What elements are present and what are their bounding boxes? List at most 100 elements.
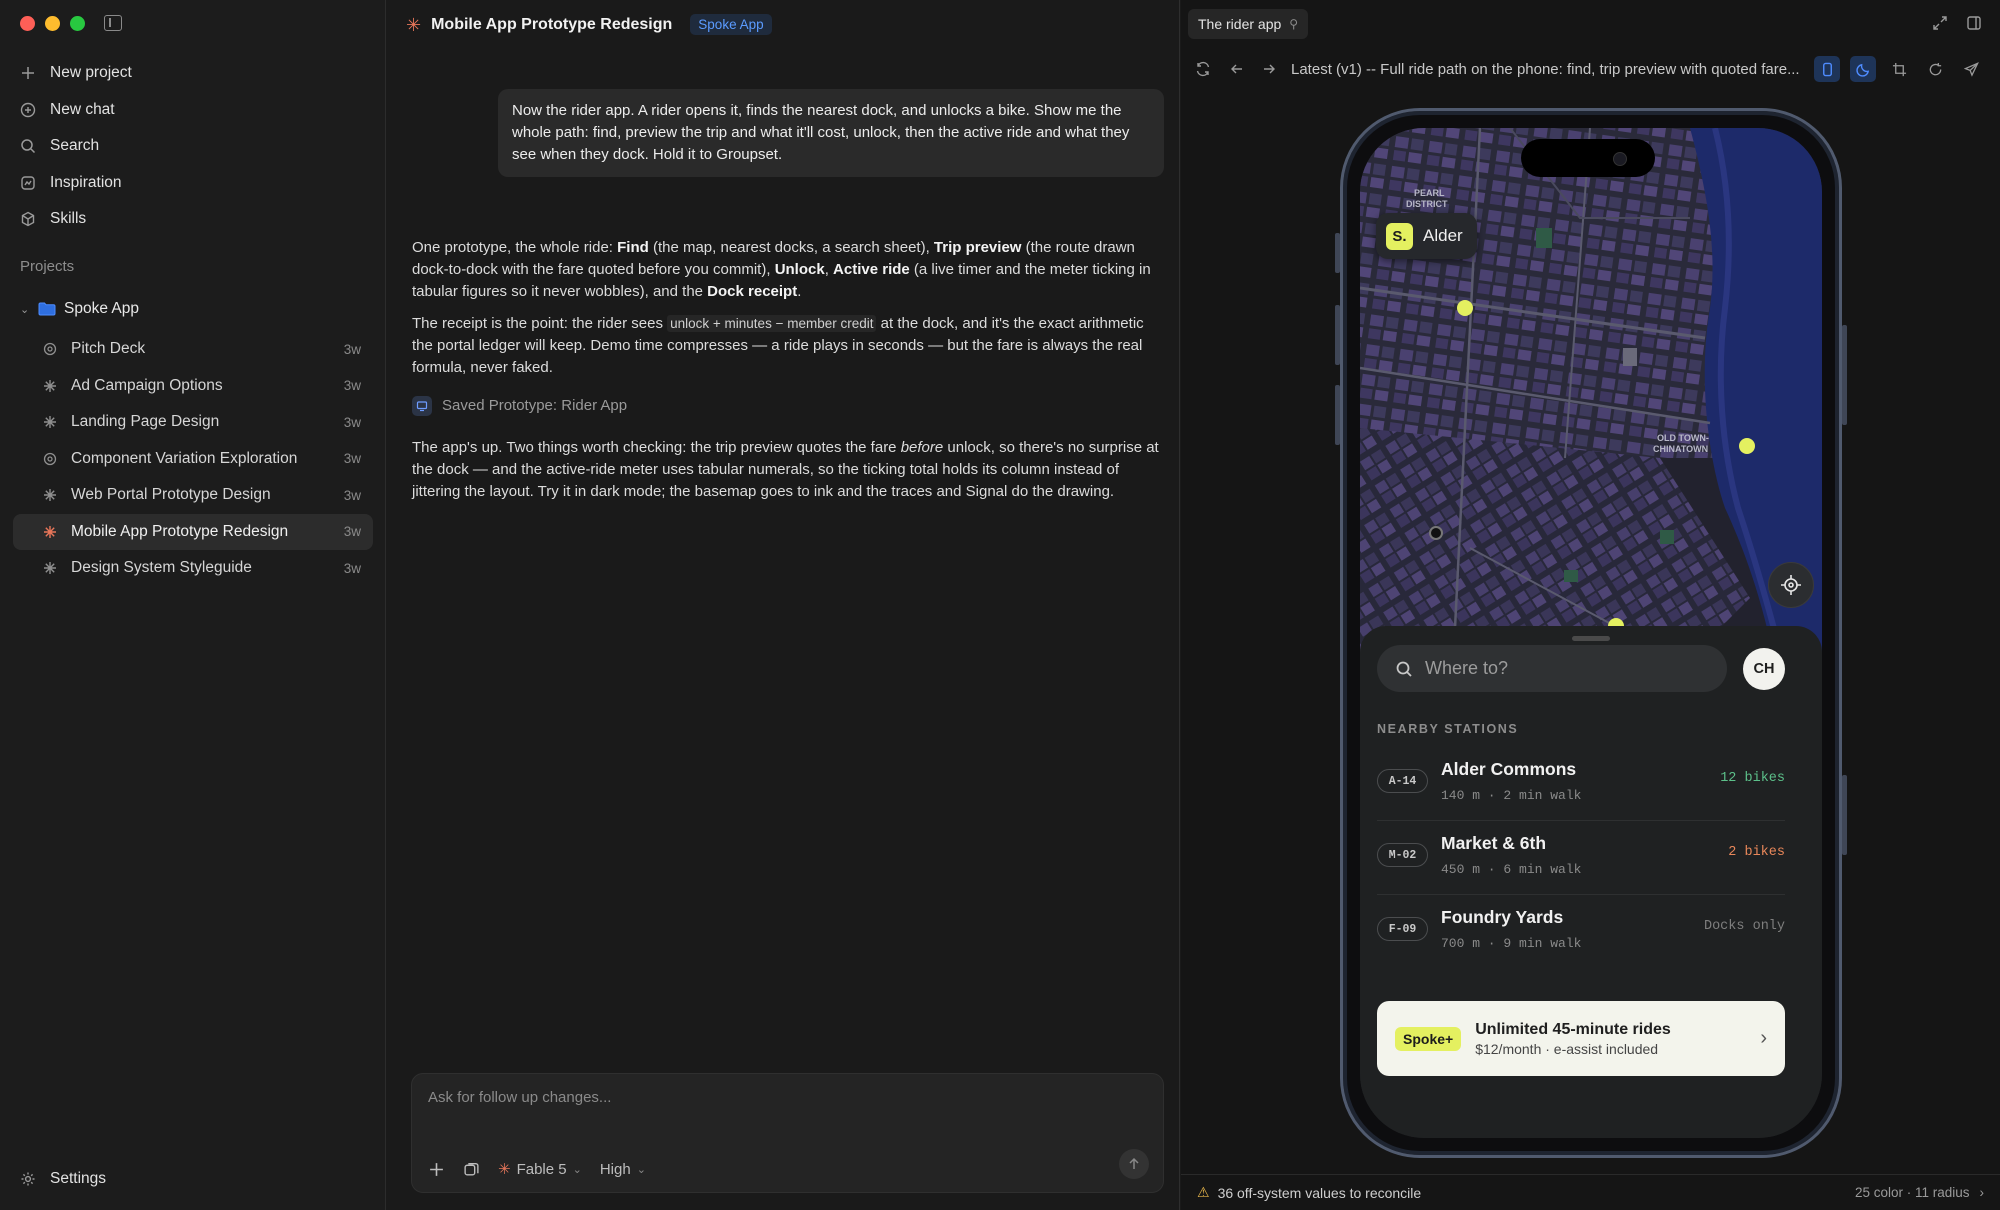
plus-icon	[430, 1162, 443, 1176]
effort-selector[interactable]: High ⌄	[600, 1161, 646, 1178]
sheet-handle[interactable]	[1572, 636, 1610, 641]
gear-icon	[20, 1171, 36, 1187]
maximize-window-button[interactable]	[70, 16, 85, 31]
brand-name: Alder	[1423, 226, 1463, 245]
rotate-button[interactable]	[1922, 56, 1948, 82]
settings-label: Settings	[50, 1170, 107, 1187]
chevron-right-icon: ›	[1979, 1185, 1985, 1200]
send-button[interactable]	[1119, 1149, 1149, 1179]
token-meta[interactable]: 25 color · 11 radius ›	[1855, 1185, 1984, 1200]
preview-tab[interactable]: The rider app ⚲	[1188, 9, 1309, 39]
dark-mode-button[interactable]	[1850, 56, 1876, 82]
asterisk-icon: ✳	[498, 1161, 511, 1178]
project-spoke-app[interactable]: ⌄ Spoke App	[20, 300, 139, 318]
text-bold: Active ride	[833, 261, 910, 278]
chat-title: Mobile App Prototype Redesign	[431, 15, 673, 33]
text: The receipt is the point: the rider sees	[412, 315, 668, 332]
expand-icon[interactable]	[1932, 15, 1948, 31]
project-item-ad-campaign[interactable]: Ad Campaign Options 3w	[13, 368, 373, 405]
station-distance: 700 m · 9 min walk	[1441, 936, 1582, 951]
project-item-label: Mobile App Prototype Redesign	[71, 522, 289, 540]
project-item-landing-page[interactable]: Landing Page Design 3w	[13, 404, 373, 441]
chat-plus-icon	[20, 102, 36, 118]
library-icon	[464, 1162, 479, 1176]
library-button[interactable]	[463, 1161, 480, 1178]
project-root-label: Spoke App	[64, 300, 139, 317]
projects-heading: Projects	[20, 258, 75, 275]
asterisk-icon	[43, 561, 57, 575]
asterisk-icon: ✳	[406, 14, 422, 35]
station-availability: 2 bikes	[1728, 845, 1785, 860]
station-pin[interactable]	[1457, 300, 1473, 316]
panel-icon[interactable]	[1966, 15, 1982, 31]
project-item-mobile-app[interactable]: Mobile App Prototype Redesign 3w	[13, 513, 373, 550]
deck-icon	[43, 452, 57, 466]
brand-chip[interactable]: S. Alder	[1376, 213, 1477, 259]
warning-icon: ⚠	[1197, 1184, 1210, 1200]
deck-icon	[43, 342, 57, 356]
off-system-warning[interactable]: 36 off-system values to reconcile	[1218, 1185, 1422, 1201]
forward-icon[interactable]	[1261, 61, 1277, 77]
phone-screen: PEARL DISTRICT OLD TOWN- CHINATOWN S. Al…	[1360, 128, 1822, 1138]
close-window-button[interactable]	[20, 16, 35, 31]
mobile-view-button[interactable]	[1814, 56, 1840, 82]
map-label: CHINATOWN	[1653, 444, 1708, 454]
saved-prototype-label: Saved Prototype: Rider App	[442, 397, 628, 414]
avatar[interactable]: CH	[1743, 648, 1785, 690]
nav-search[interactable]: Search	[18, 128, 368, 165]
sidebar: New project New chat Search Inspiration …	[0, 0, 386, 1210]
composer: ✳ Fable 5 ⌄ High ⌄	[411, 1073, 1164, 1193]
phone-volume-up	[1335, 305, 1340, 365]
window-controls	[20, 16, 85, 31]
asterisk-icon	[43, 379, 57, 393]
chevron-down-icon: ⌄	[20, 303, 30, 316]
project-item-design-system[interactable]: Design System Styleguide 3w	[13, 550, 373, 587]
station-distance: 450 m · 6 min walk	[1441, 862, 1582, 877]
text: The app's up. Two things worth checking:…	[412, 439, 901, 456]
membership-promo[interactable]: Spoke+ Unlimited 45-minute rides $12/mon…	[1377, 1001, 1785, 1076]
destination-input[interactable]	[1425, 658, 1705, 679]
nav-new-project[interactable]: New project	[18, 55, 368, 92]
pin-icon[interactable]: ⚲	[1289, 17, 1298, 31]
nav-new-chat[interactable]: New chat	[18, 92, 368, 129]
crop-button[interactable]	[1886, 56, 1912, 82]
station-name: Market & 6th	[1441, 833, 1547, 853]
map-label: PEARL	[1414, 188, 1445, 198]
share-button[interactable]	[1958, 56, 1984, 82]
token-meta-label: 25 color · 11 radius	[1854, 1185, 1970, 1200]
project-item-time: 3w	[343, 341, 361, 357]
station-row[interactable]: A-14 Alder Commons 140 m · 2 min walk 12…	[1377, 747, 1785, 821]
minimize-window-button[interactable]	[45, 16, 60, 31]
brand-logo: S.	[1386, 222, 1413, 250]
user-location-dot	[1429, 526, 1443, 540]
project-item-pitch-deck[interactable]: Pitch Deck 3w	[13, 331, 373, 368]
station-row[interactable]: M-02 Market & 6th 450 m · 6 min walk 2 b…	[1377, 821, 1785, 895]
project-item-time: 3w	[343, 451, 361, 467]
sidebar-toggle-icon[interactable]	[104, 15, 122, 31]
project-item-component-variation[interactable]: Component Variation Exploration 3w	[13, 441, 373, 478]
back-icon[interactable]	[1229, 61, 1245, 77]
phone-frame: PEARL DISTRICT OLD TOWN- CHINATOWN S. Al…	[1335, 108, 1847, 1158]
asterisk-icon	[43, 415, 57, 429]
prototype-icon	[412, 396, 432, 416]
city-map[interactable]: PEARL DISTRICT OLD TOWN- CHINATOWN	[1360, 128, 1822, 688]
saved-prototype-link[interactable]: Saved Prototype: Rider App	[412, 395, 1164, 417]
destination-search[interactable]	[1377, 645, 1727, 692]
follow-up-input[interactable]	[428, 1089, 1128, 1106]
settings-button[interactable]: Settings	[20, 1170, 106, 1188]
phone-power-button	[1842, 325, 1847, 425]
assistant-paragraph: The app's up. Two things worth checking:…	[412, 437, 1164, 503]
locate-me-button[interactable]	[1768, 562, 1814, 608]
crop-icon	[1892, 62, 1906, 76]
model-selector[interactable]: ✳ Fable 5 ⌄	[498, 1160, 582, 1179]
attach-button[interactable]	[428, 1161, 445, 1178]
project-item-time: 3w	[343, 560, 361, 576]
nav-inspiration[interactable]: Inspiration	[18, 165, 368, 202]
preview-window-tools	[1932, 15, 1982, 31]
station-row[interactable]: F-09 Foundry Yards 700 m · 9 min walk Do…	[1377, 895, 1785, 969]
station-pin[interactable]	[1739, 438, 1755, 454]
project-badge[interactable]: Spoke App	[690, 14, 772, 35]
nav-skills[interactable]: Skills	[18, 201, 368, 238]
refresh-icon[interactable]	[1195, 61, 1211, 77]
project-item-web-portal[interactable]: Web Portal Prototype Design 3w	[13, 477, 373, 514]
